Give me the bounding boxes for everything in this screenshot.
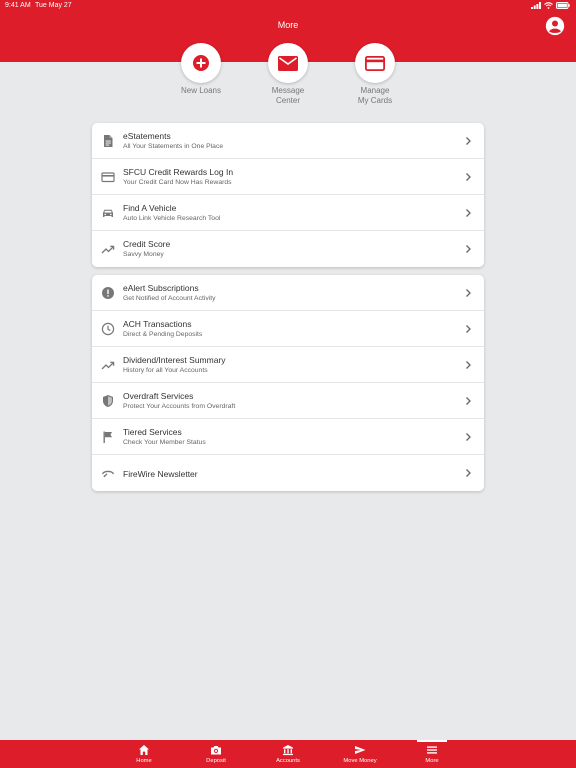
wifi-icon bbox=[544, 2, 553, 9]
message-center-button[interactable]: Message Center bbox=[248, 43, 328, 106]
manage-cards-button[interactable]: Manage My Cards bbox=[335, 43, 415, 106]
menu-item-title: ACH Transactions bbox=[123, 319, 192, 329]
menu-item-subtitle: Your Credit Card Now Has Rewards bbox=[123, 179, 232, 186]
menu-item-title: FireWire Newsletter bbox=[123, 469, 198, 479]
menu-icon bbox=[427, 746, 437, 754]
status-time: 9:41 AM bbox=[5, 2, 31, 9]
tab-label: Deposit bbox=[206, 758, 226, 764]
credit-card-icon bbox=[101, 172, 115, 183]
credit-card-icon bbox=[365, 55, 385, 71]
menu-item-subtitle: History for all Your Accounts bbox=[123, 367, 208, 374]
chevron-right-icon bbox=[466, 137, 471, 145]
tab-home[interactable]: Home bbox=[114, 740, 174, 768]
menu-item-title: Tiered Services bbox=[123, 427, 182, 437]
page-title: More bbox=[277, 20, 299, 30]
menu-item-subtitle: Direct & Pending Deposits bbox=[123, 331, 203, 338]
chevron-right-icon bbox=[466, 397, 471, 405]
menu-item-subtitle: All Your Statements in One Place bbox=[123, 143, 224, 150]
menu-item-tiered-services[interactable]: Tiered Services Check Your Member Status bbox=[92, 419, 484, 455]
new-loans-label: New Loans bbox=[180, 86, 222, 95]
status-bar: 9:41 AM Tue May 27 bbox=[0, 0, 576, 12]
chevron-right-icon bbox=[466, 245, 471, 253]
document-icon bbox=[104, 135, 113, 147]
chevron-right-icon bbox=[466, 289, 471, 297]
menu-item-title: Overdraft Services bbox=[123, 391, 194, 401]
menu-item-subtitle: Savvy Money bbox=[123, 251, 164, 258]
menu-item-firewire[interactable]: FireWire Newsletter bbox=[92, 455, 484, 491]
camera-icon bbox=[211, 746, 221, 755]
menu-item-title: SFCU Credit Rewards Log In bbox=[123, 167, 234, 177]
menu-item-subtitle: Check Your Member Status bbox=[123, 439, 206, 446]
mail-icon bbox=[278, 55, 298, 71]
signal-icon bbox=[531, 2, 541, 9]
tab-label: Move Money bbox=[343, 758, 377, 764]
new-loans-button[interactable]: New Loans bbox=[161, 43, 241, 96]
add-circle-icon bbox=[193, 55, 209, 71]
status-indicators bbox=[531, 2, 570, 9]
clock-icon bbox=[101, 322, 115, 336]
trending-up-icon bbox=[101, 361, 115, 370]
alert-icon bbox=[102, 287, 114, 299]
newsletter-icon bbox=[101, 470, 115, 478]
menu-item-ach[interactable]: ACH Transactions Direct & Pending Deposi… bbox=[92, 311, 484, 347]
car-icon bbox=[103, 209, 113, 217]
tab-accounts[interactable]: Accounts bbox=[258, 740, 318, 768]
send-icon bbox=[355, 746, 366, 754]
menu-item-credit-score[interactable]: Credit Score Savvy Money bbox=[92, 231, 484, 267]
tab-label: More bbox=[425, 758, 439, 764]
services-card-2: eAlert Subscriptions Get Notified of Acc… bbox=[92, 275, 484, 491]
active-tab-indicator bbox=[417, 740, 447, 742]
shield-icon bbox=[103, 395, 113, 407]
tab-deposit[interactable]: Deposit bbox=[186, 740, 246, 768]
tab-label: Home bbox=[136, 758, 152, 764]
menu-item-find-vehicle[interactable]: Find A Vehicle Auto Link Vehicle Researc… bbox=[92, 195, 484, 231]
chevron-right-icon bbox=[466, 433, 471, 441]
message-center-label: Message Center bbox=[271, 86, 305, 105]
menu-item-title: Dividend/Interest Summary bbox=[123, 355, 226, 365]
profile-icon[interactable] bbox=[545, 16, 565, 36]
menu-item-title: Credit Score bbox=[123, 239, 171, 249]
menu-item-overdraft[interactable]: Overdraft Services Protect Your Accounts… bbox=[92, 383, 484, 419]
chevron-right-icon bbox=[466, 361, 471, 369]
tab-label: Accounts bbox=[276, 758, 300, 764]
chevron-right-icon bbox=[466, 209, 471, 217]
bank-icon bbox=[283, 745, 293, 756]
menu-item-estatements[interactable]: eStatements All Your Statements in One P… bbox=[92, 123, 484, 159]
chevron-right-icon bbox=[466, 325, 471, 333]
chevron-right-icon bbox=[466, 469, 471, 477]
manage-cards-label: Manage My Cards bbox=[357, 86, 393, 105]
services-card-1: eStatements All Your Statements in One P… bbox=[92, 123, 484, 267]
menu-item-credit-rewards[interactable]: SFCU Credit Rewards Log In Your Credit C… bbox=[92, 159, 484, 195]
menu-item-title: Find A Vehicle bbox=[123, 203, 177, 213]
status-date: Tue May 27 bbox=[35, 2, 72, 9]
home-icon bbox=[139, 745, 149, 755]
menu-item-subtitle: Auto Link Vehicle Research Tool bbox=[123, 215, 221, 222]
battery-icon bbox=[556, 2, 570, 9]
flag-icon bbox=[103, 431, 112, 443]
tab-more[interactable]: More bbox=[402, 740, 462, 768]
menu-item-subtitle: Protect Your Accounts from Overdraft bbox=[123, 403, 236, 410]
menu-item-dividend[interactable]: Dividend/Interest Summary History for al… bbox=[92, 347, 484, 383]
chevron-right-icon bbox=[466, 173, 471, 181]
trending-up-icon bbox=[101, 245, 115, 254]
tab-move-money[interactable]: Move Money bbox=[330, 740, 390, 768]
menu-item-title: eStatements bbox=[123, 131, 171, 141]
bottom-tab-bar: Home Deposit Accounts Move Money More bbox=[0, 740, 576, 768]
menu-item-subtitle: Get Notified of Account Activity bbox=[123, 295, 216, 302]
menu-item-ealert[interactable]: eAlert Subscriptions Get Notified of Acc… bbox=[92, 275, 484, 311]
menu-item-title: eAlert Subscriptions bbox=[123, 283, 199, 293]
